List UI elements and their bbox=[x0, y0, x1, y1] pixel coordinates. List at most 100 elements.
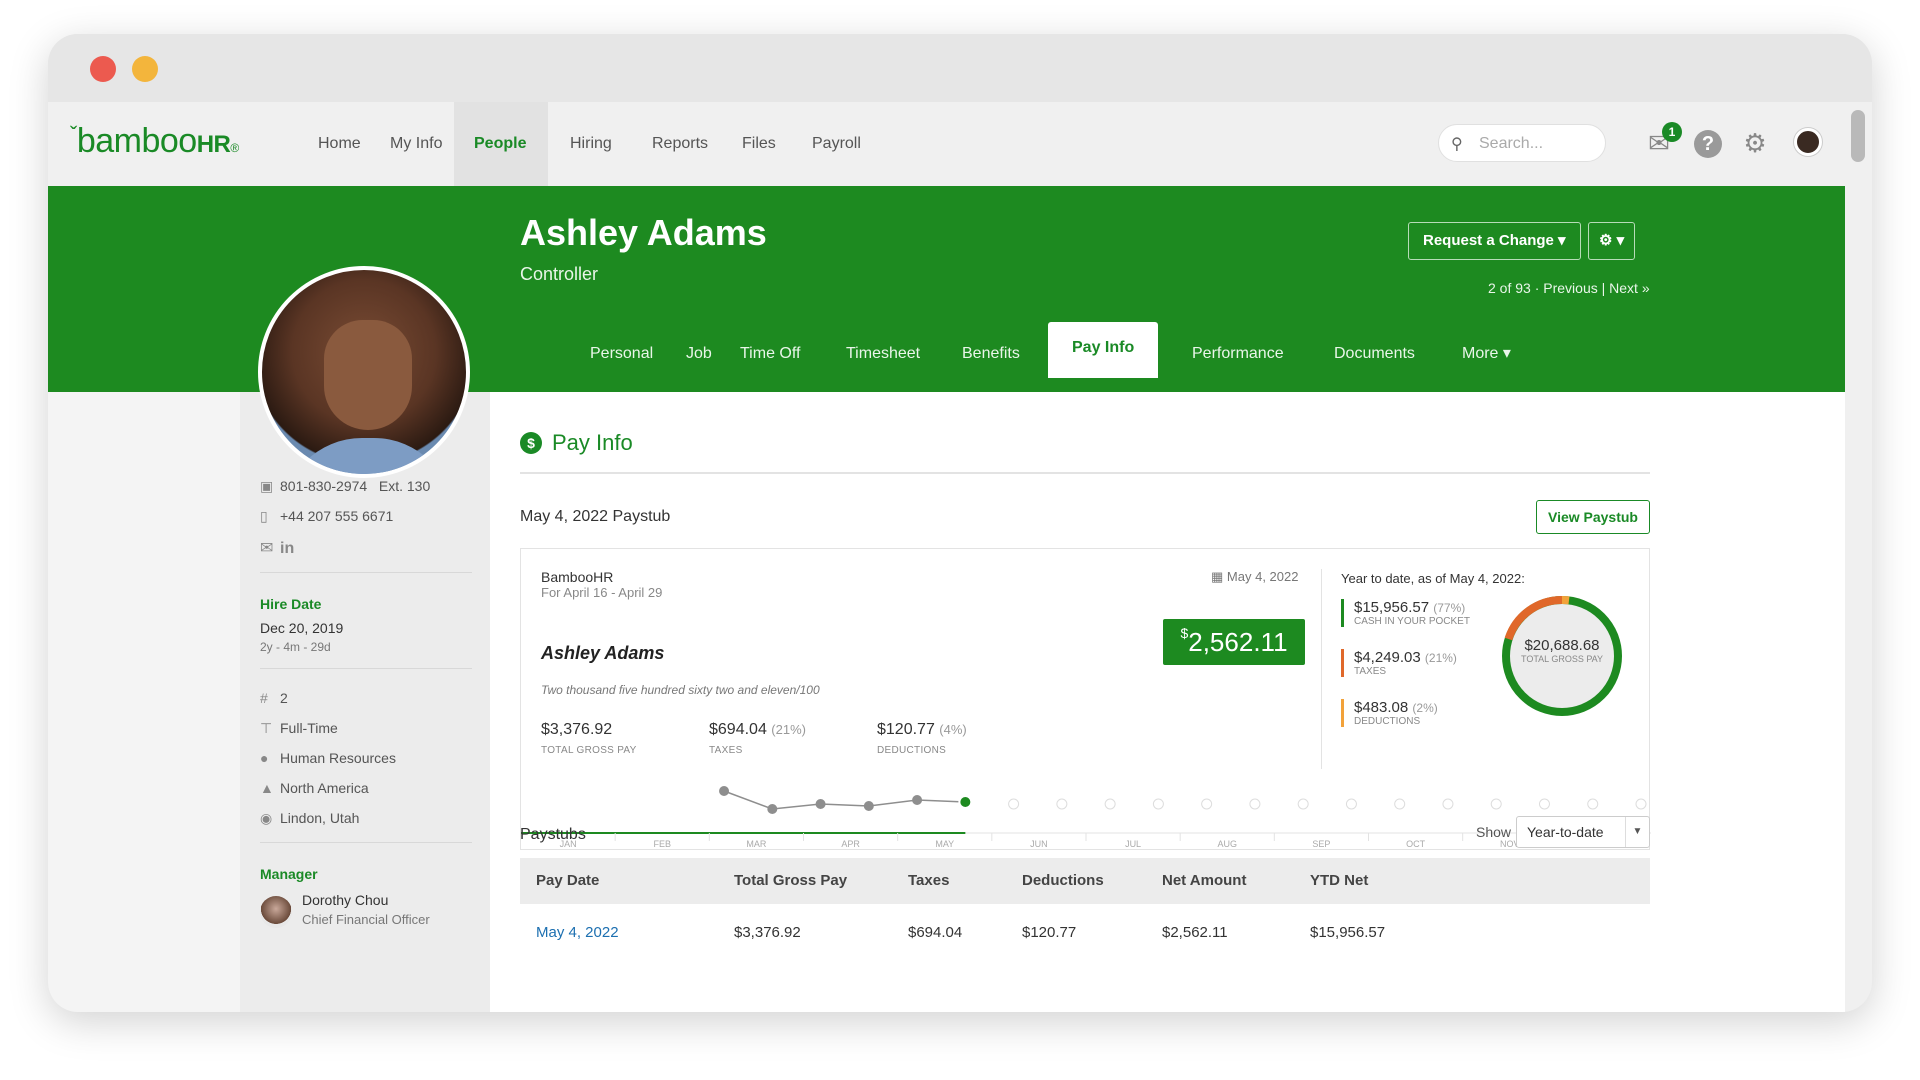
dollar-icon: $ bbox=[520, 432, 542, 454]
division-icon: ▲ bbox=[260, 780, 274, 796]
department: ● Human Resources bbox=[260, 750, 396, 766]
vertical-scrollbar[interactable] bbox=[1845, 102, 1872, 1012]
employee-name: Ashley Adams bbox=[520, 212, 767, 253]
data-point-2 bbox=[767, 804, 778, 814]
tick-label-aug: AUG bbox=[1217, 839, 1237, 849]
col-net-amount[interactable]: Net Amount bbox=[1162, 872, 1246, 889]
col-pay-date[interactable]: Pay Date bbox=[536, 872, 599, 889]
status-icon: ⊤ bbox=[260, 720, 273, 736]
scrollbar-thumb[interactable] bbox=[1851, 110, 1865, 162]
col-deductions[interactable]: Deductions bbox=[1022, 872, 1104, 889]
pay-period: For April 16 - April 29 bbox=[541, 585, 663, 600]
contact-links: ✉ in bbox=[260, 538, 300, 558]
nav-my-info[interactable]: My Info bbox=[370, 102, 462, 186]
taxes: $694.04 (21%) bbox=[709, 721, 806, 738]
taxes-caption: TAXES bbox=[709, 745, 743, 756]
manager-avatar[interactable] bbox=[260, 896, 292, 928]
data-point-4 bbox=[863, 801, 874, 811]
gear-icon: ⚙ bbox=[1599, 232, 1613, 249]
paystub-row-net: $2,562.11 bbox=[1162, 924, 1228, 941]
nav-hiring[interactable]: Hiring bbox=[550, 102, 632, 186]
manager-name[interactable]: Dorothy Chou bbox=[302, 892, 388, 908]
data-point-1 bbox=[719, 786, 730, 796]
data-point-3 bbox=[815, 799, 826, 809]
request-change-button[interactable]: Request a Change ▾ bbox=[1408, 222, 1581, 260]
minimize-window-button[interactable] bbox=[132, 56, 158, 82]
data-point-6 bbox=[958, 795, 973, 809]
email-icon[interactable]: ✉ bbox=[260, 538, 280, 558]
search-icon: ⚲ bbox=[1451, 136, 1463, 153]
future-point bbox=[1490, 798, 1502, 810]
future-point bbox=[1152, 798, 1164, 810]
bamboohr-logo[interactable]: ˇbambooHR® bbox=[70, 122, 239, 161]
nav-people[interactable]: People bbox=[454, 102, 548, 186]
help-icon[interactable]: ? bbox=[1694, 130, 1722, 158]
net-pay-amount: $2,562.11 bbox=[1163, 619, 1305, 665]
paystubs-table-header: Pay Date Total Gross Pay Taxes Deduction… bbox=[520, 858, 1650, 904]
paystub-row-pay-date[interactable]: May 4, 2022 bbox=[536, 924, 619, 941]
col-total-gross-pay[interactable]: Total Gross Pay bbox=[734, 872, 847, 889]
col-ytd-net[interactable]: YTD Net bbox=[1310, 872, 1368, 889]
series-line bbox=[723, 790, 966, 810]
future-point bbox=[1297, 798, 1309, 810]
tick-label-apr: APR bbox=[841, 839, 860, 849]
search-input[interactable]: ⚲ Search... bbox=[1438, 124, 1606, 162]
search-placeholder: Search... bbox=[1479, 135, 1544, 152]
deductions: $120.77 (4%) bbox=[877, 721, 967, 738]
nav-reports[interactable]: Reports bbox=[632, 102, 728, 186]
view-paystub-button[interactable]: View Paystub bbox=[1536, 500, 1650, 534]
tab-pay-info[interactable]: Pay Info bbox=[1048, 322, 1159, 378]
tick-label-mar: MAR bbox=[746, 839, 767, 849]
tab-time-off[interactable]: Time Off bbox=[716, 330, 824, 384]
employee-sidebar: ▣ 801-830-2974 Ext. 130 ▯ +44 207 555 6671… bbox=[240, 392, 490, 1012]
gross-pay-caption: TOTAL GROSS PAY bbox=[541, 745, 637, 756]
location: ◉ Lindon, Utah bbox=[260, 810, 360, 826]
tab-personal[interactable]: Personal bbox=[566, 330, 677, 384]
show-label: Show bbox=[1476, 824, 1512, 840]
divider bbox=[260, 668, 472, 669]
linkedin-icon[interactable]: in bbox=[280, 540, 300, 558]
employee-pager[interactable]: 2 of 93 · Previous | Next » bbox=[1488, 280, 1650, 296]
employee-photo[interactable] bbox=[258, 266, 470, 478]
tab-timesheet[interactable]: Timesheet bbox=[822, 330, 944, 384]
deductions-caption: DEDUCTIONS bbox=[877, 745, 947, 756]
gross-pay: $3,376.92 bbox=[541, 721, 613, 738]
data-point-5 bbox=[912, 795, 923, 805]
manager-label: Manager bbox=[260, 866, 318, 882]
tab-benefits[interactable]: Benefits bbox=[938, 330, 1044, 384]
divider bbox=[520, 472, 1650, 474]
hash-icon: # bbox=[260, 690, 268, 706]
header-settings-button[interactable]: ⚙ ▾ bbox=[1588, 222, 1636, 260]
paystub-card: BambooHR For April 16 - April 29 ▦ May 4… bbox=[520, 548, 1651, 850]
paystub-row-ytd-net: $15,956.57 bbox=[1310, 924, 1386, 941]
mobile-phone[interactable]: ▯ +44 207 555 6671 bbox=[260, 508, 393, 525]
divider bbox=[260, 842, 472, 843]
future-point bbox=[1201, 798, 1213, 810]
nav-files[interactable]: Files bbox=[722, 102, 796, 186]
paystub-date: ▦ May 4, 2022 bbox=[1211, 569, 1299, 584]
paystub-heading: May 4, 2022 Paystub bbox=[520, 508, 671, 525]
tab-documents[interactable]: Documents bbox=[1310, 330, 1439, 384]
future-point bbox=[1587, 798, 1599, 810]
work-phone[interactable]: ▣ 801-830-2974 Ext. 130 bbox=[260, 478, 430, 495]
tick-label-oct: OCT bbox=[1406, 839, 1426, 849]
close-window-button[interactable] bbox=[90, 56, 116, 82]
tab-performance[interactable]: Performance bbox=[1168, 330, 1308, 384]
col-taxes[interactable]: Taxes bbox=[908, 872, 949, 889]
user-avatar[interactable] bbox=[1794, 128, 1822, 156]
tab-more[interactable]: More ▾ bbox=[1438, 330, 1535, 384]
ytd-cash-in-pocket: $15,956.57 (77%) CASH IN YOUR POCKET bbox=[1341, 599, 1470, 627]
amount-in-words: Two thousand five hundred sixty two and … bbox=[541, 683, 820, 697]
future-point bbox=[1249, 798, 1261, 810]
future-point bbox=[1345, 798, 1357, 810]
paystubs-filter-select[interactable]: Year-to-date ▼ bbox=[1516, 816, 1650, 848]
settings-gear-icon[interactable]: ⚙ bbox=[1740, 128, 1770, 158]
pay-info-panel: $ Pay Info May 4, 2022 Paystub View Pays… bbox=[490, 392, 1845, 1012]
mobile-phone-icon: ▯ bbox=[260, 508, 268, 524]
tick-label-feb: FEB bbox=[653, 839, 671, 849]
paystub-row-deductions: $120.77 bbox=[1022, 924, 1077, 941]
future-point bbox=[1442, 798, 1454, 810]
nav-home[interactable]: Home bbox=[298, 102, 381, 186]
nav-payroll[interactable]: Payroll bbox=[792, 102, 881, 186]
future-point bbox=[1008, 798, 1020, 810]
